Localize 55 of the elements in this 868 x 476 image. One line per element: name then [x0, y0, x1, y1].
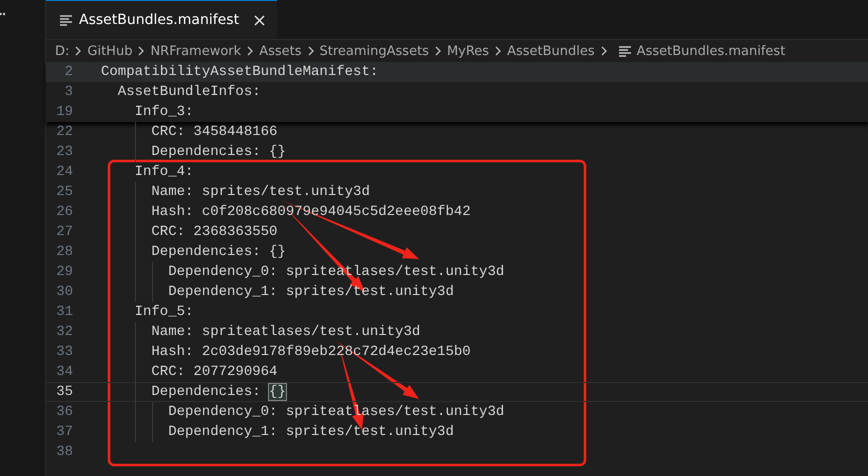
- breadcrumb-item[interactable]: D:: [55, 44, 70, 58]
- code-line: Dependencies: {}: [151, 144, 286, 160]
- line-number: 30: [55, 284, 73, 300]
- breadcrumb-item[interactable]: NRFramework: [150, 44, 242, 58]
- line-number: 35: [55, 384, 73, 400]
- line-number: 31: [55, 304, 73, 320]
- chevron-right-icon: [495, 46, 502, 56]
- more-icon[interactable]: [0, 12, 5, 16]
- code-line: CRC: 2368363550: [151, 224, 278, 240]
- line-number: 2: [64, 64, 73, 80]
- breadcrumb-item[interactable]: Assets: [259, 44, 302, 58]
- line-number: 28: [55, 244, 73, 260]
- line-number: 38: [55, 444, 73, 460]
- breadcrumb-item[interactable]: StreamingAssets: [320, 44, 429, 58]
- code-line: Dependency_1: sprites/test.unity3d: [168, 284, 454, 300]
- line-number: 36: [55, 404, 73, 420]
- code-line: CRC: 2077290964: [151, 364, 278, 380]
- chevron-right-icon: [434, 46, 441, 56]
- chevron-right-icon: [247, 46, 254, 56]
- editor-tab[interactable]: AssetBundles.manifest: [46, 0, 278, 39]
- line-number: 34: [55, 364, 73, 380]
- chevron-right-icon: [600, 46, 607, 56]
- file-lines-icon: [618, 46, 631, 56]
- code-line: Info_5:: [134, 304, 194, 320]
- close-icon[interactable]: [254, 14, 266, 26]
- breadcrumb-item[interactable]: AssetBundles: [507, 44, 595, 58]
- code-line: AssetBundleInfos:: [116, 84, 261, 100]
- line-number: 22: [55, 124, 73, 140]
- chevron-right-icon: [75, 46, 82, 56]
- chevron-right-icon: [308, 46, 314, 56]
- line-number: 19: [55, 104, 73, 120]
- code-line: Name: sprites/test.unity3d: [151, 184, 370, 200]
- line-number: 33: [55, 344, 73, 360]
- code-line: Dependencies: {}: [151, 384, 286, 400]
- line-number: 32: [55, 324, 73, 340]
- code-line: Name: spriteatlases/test.unity3d: [151, 324, 420, 340]
- code-line: Dependencies: {}: [151, 244, 286, 260]
- code-line: Info_3:: [134, 104, 194, 120]
- code-line: Info_4:: [134, 164, 194, 180]
- breadcrumb-item[interactable]: GitHub: [87, 44, 132, 58]
- line-number: 37: [55, 424, 73, 440]
- line-number: 23: [55, 144, 73, 160]
- line-number: 29: [55, 264, 73, 280]
- line-number: 26: [55, 204, 73, 220]
- file-lines-icon: [60, 14, 72, 26]
- line-number: 25: [55, 184, 73, 200]
- line-number: 27: [55, 224, 73, 240]
- breadcrumb-item[interactable]: AssetBundles.manifest: [636, 44, 786, 58]
- line-number: 24: [55, 164, 73, 180]
- code-line: CompatibilityAssetBundleManifest:: [101, 64, 378, 80]
- code-line: CRC: 3458448166: [151, 124, 278, 140]
- chevron-right-icon: [138, 46, 144, 56]
- line-number: 3: [64, 84, 73, 100]
- code-line: Dependency_1: sprites/test.unity3d: [168, 424, 454, 440]
- breadcrumb-item[interactable]: MyRes: [446, 44, 490, 58]
